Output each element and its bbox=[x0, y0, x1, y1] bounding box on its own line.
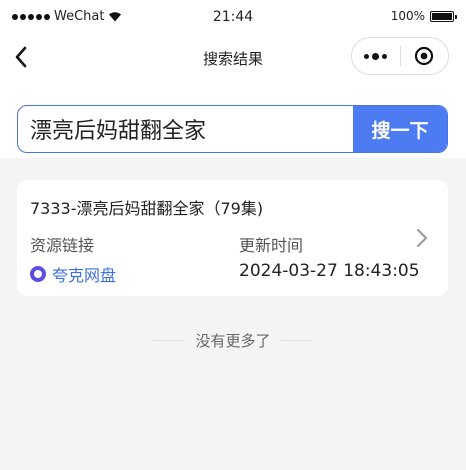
search-input[interactable] bbox=[18, 106, 353, 152]
more-dot-icon bbox=[364, 53, 370, 59]
divider-left bbox=[153, 340, 186, 341]
search-button[interactable]: 搜一下 bbox=[353, 106, 447, 152]
result-title: 7333-漂亮后妈甜翻全家（79集) bbox=[30, 199, 264, 218]
mini-program-capsule bbox=[351, 37, 449, 75]
close-mini-program-button[interactable] bbox=[400, 38, 448, 74]
more-dot-icon bbox=[372, 52, 380, 60]
no-more-indicator: 没有更多了 bbox=[0, 330, 466, 351]
chevron-right-icon bbox=[417, 229, 427, 247]
resource-link[interactable]: 夸克网盘 bbox=[30, 262, 116, 286]
no-more-text: 没有更多了 bbox=[195, 332, 271, 350]
search-bar: 搜一下 bbox=[17, 105, 448, 153]
nav-bar: 搜索结果 bbox=[0, 36, 466, 80]
more-menu-button[interactable] bbox=[352, 38, 400, 74]
more-dot-icon bbox=[382, 53, 388, 59]
quark-disk-icon bbox=[30, 266, 46, 282]
divider-right bbox=[280, 340, 313, 341]
chevron-left-icon bbox=[15, 46, 27, 68]
update-time-label: 更新时间 bbox=[239, 236, 304, 255]
header-area: WeChat 21:44 100% 搜索结果 漂亮后妈甜翻全家 搜一下 bbox=[0, 0, 466, 158]
target-close-icon bbox=[415, 46, 434, 66]
resource-name: 夸克网盘 bbox=[52, 266, 117, 285]
resource-link-label: 资源链接 bbox=[30, 236, 95, 255]
status-bar: WeChat 21:44 100% bbox=[0, 9, 466, 29]
result-card[interactable]: 7333-漂亮后妈甜翻全家（79集) 资源链接 更新时间 夸克网盘 2024-0… bbox=[17, 180, 448, 296]
back-button[interactable] bbox=[8, 44, 34, 70]
update-time-value: 2024-03-27 18:43:05 bbox=[239, 261, 420, 281]
battery-status: 100% bbox=[390, 9, 457, 23]
battery-icon bbox=[430, 10, 457, 22]
battery-percent: 100% bbox=[390, 9, 425, 23]
